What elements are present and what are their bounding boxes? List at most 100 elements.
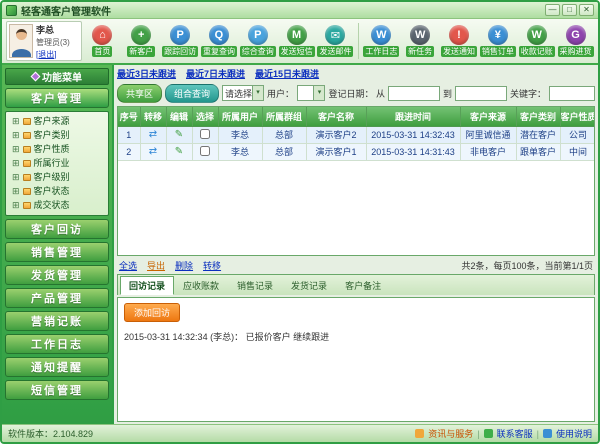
date-from-input[interactable] bbox=[388, 86, 440, 101]
sidebar-item-work-log[interactable]: 工作日志 bbox=[5, 334, 109, 354]
row-source: 阿里诚信通 bbox=[460, 126, 516, 143]
row-group: 总部 bbox=[262, 126, 306, 143]
keyword-input[interactable] bbox=[549, 86, 595, 101]
info-icon bbox=[415, 429, 424, 438]
transfer-link[interactable]: 转移 bbox=[203, 259, 221, 272]
row-customer-name[interactable]: 演示客户1 bbox=[306, 143, 366, 160]
sidebar-item-sms-mgmt[interactable]: 短信管理 bbox=[5, 380, 109, 400]
row-customer-name[interactable]: 演示客户2 bbox=[306, 126, 366, 143]
follow-up-icon: P bbox=[170, 25, 190, 45]
toolbar: 李总 管理员(3) [退出] ⌂ 首页 + 新客户 P 跟踪回访 Q 重复查询 … bbox=[2, 19, 598, 65]
toolbar-button-work-log[interactable]: W 工作日志 bbox=[363, 25, 400, 57]
news-service-link[interactable]: 资讯与服务 bbox=[428, 427, 473, 440]
edit-icon[interactable]: ✎ bbox=[175, 146, 183, 157]
tree-item-customer-nature[interactable]: ⊞ 客户性质 bbox=[12, 143, 106, 156]
edit-icon[interactable]: ✎ bbox=[175, 129, 183, 140]
toolbar-button-new-customer[interactable]: + 新客户 bbox=[123, 25, 160, 57]
row-checkbox[interactable] bbox=[200, 146, 210, 156]
link-15days-nofollow[interactable]: 最近15日未跟进 bbox=[255, 67, 319, 80]
folder-icon bbox=[23, 132, 31, 139]
sidebar-item-delivery-mgmt[interactable]: 发货管理 bbox=[5, 265, 109, 285]
tree-expand-icon[interactable]: ⊞ bbox=[12, 129, 20, 142]
delete-link[interactable]: 删除 bbox=[175, 259, 193, 272]
tree-item-customer-source[interactable]: ⊞ 客户来源 bbox=[12, 115, 106, 128]
tree-item-label: 客户来源 bbox=[34, 115, 70, 128]
avatar-body bbox=[12, 49, 31, 58]
user-select[interactable]: ▾ bbox=[297, 85, 325, 101]
tree-expand-icon[interactable]: ⊞ bbox=[12, 171, 20, 184]
link-3days-nofollow[interactable]: 最近3日未跟进 bbox=[117, 67, 176, 80]
row-no: 2 bbox=[118, 143, 140, 160]
row-checkbox[interactable] bbox=[200, 129, 210, 139]
toolbar-label-home: 首页 bbox=[92, 46, 112, 57]
close-button[interactable]: ✕ bbox=[579, 4, 594, 16]
minimize-button[interactable]: — bbox=[545, 4, 560, 16]
tree-item-industry[interactable]: ⊞ 所属行业 bbox=[12, 157, 106, 170]
toolbar-label-duplicate-query: 重复查询 bbox=[201, 46, 237, 57]
sidebar-item-notify-remind[interactable]: 通知提醒 bbox=[5, 357, 109, 377]
maximize-button[interactable]: □ bbox=[562, 4, 577, 16]
toolbar-button-comprehensive-query[interactable]: P 综合查询 bbox=[239, 25, 276, 57]
type-select[interactable]: 请选择 ▾ bbox=[222, 85, 264, 101]
toolbar-button-duplicate-query[interactable]: Q 重复查询 bbox=[201, 25, 238, 57]
toolbar-button-send-sms[interactable]: M 发送短信 bbox=[278, 25, 315, 57]
toolbar-button-new-task[interactable]: W 新任务 bbox=[402, 25, 439, 57]
tree-expand-icon[interactable]: ⊞ bbox=[12, 157, 20, 170]
tree-expand-icon[interactable]: ⊞ bbox=[12, 115, 20, 128]
tree-item-customer-status[interactable]: ⊞ 客户状态 bbox=[12, 185, 106, 198]
combo-query-button[interactable]: 组合查询 bbox=[165, 84, 219, 103]
toolbar-button-payment-record[interactable]: W 收款记账 bbox=[518, 25, 555, 57]
contact-support-link[interactable]: 联系客服 bbox=[497, 427, 533, 440]
toolbar-label-send-email: 发送邮件 bbox=[317, 46, 353, 57]
toolbar-button-follow-up[interactable]: P 跟踪回访 bbox=[162, 25, 199, 57]
add-visit-button[interactable]: 添加回访 bbox=[124, 303, 180, 322]
tree-expand-icon[interactable]: ⊞ bbox=[12, 185, 20, 198]
tree-item-label: 客户类别 bbox=[34, 129, 70, 142]
user-guide-link[interactable]: 使用说明 bbox=[556, 427, 592, 440]
table-footer: 全选 导出 删除 转移 共2条，每页100条，当前第1/1页 bbox=[117, 258, 595, 272]
customer-table: 序号 转移 编辑 选择 所属用户 所属群组 客户名称 跟进时间 客户来源 客户类… bbox=[117, 106, 595, 256]
send-notice-icon: ! bbox=[449, 25, 469, 45]
toolbar-button-sales-order[interactable]: ¥ 销售订单 bbox=[479, 25, 516, 57]
work-log-icon: W bbox=[371, 25, 391, 45]
tab-visit-records[interactable]: 回访记录 bbox=[120, 276, 174, 295]
tree-item-deal-status[interactable]: ⊞ 成交状态 bbox=[12, 199, 106, 212]
tab-delivery-records[interactable]: 发货记录 bbox=[282, 276, 336, 295]
logout-link[interactable]: [退出] bbox=[36, 49, 70, 60]
sidebar-item-product-mgmt[interactable]: 产品管理 bbox=[5, 288, 109, 308]
export-link[interactable]: 导出 bbox=[147, 259, 165, 272]
toolbar-button-send-email[interactable]: ✉ 发送邮件 bbox=[317, 25, 354, 57]
toolbar-button-send-notice[interactable]: ! 发送通知 bbox=[441, 25, 478, 57]
folder-icon bbox=[23, 160, 31, 167]
tree-item-label: 客户状态 bbox=[34, 185, 70, 198]
sidebar-item-customer-visit[interactable]: 客户回访 bbox=[5, 219, 109, 239]
tree-item-customer-level[interactable]: ⊞ 客户级别 bbox=[12, 171, 106, 184]
select-all-link[interactable]: 全选 bbox=[119, 259, 137, 272]
user-filter-label: 用户： bbox=[267, 87, 294, 100]
tab-customer-notes[interactable]: 客户备注 bbox=[336, 276, 390, 295]
sidebar-item-sales-mgmt[interactable]: 销售管理 bbox=[5, 242, 109, 262]
toolbar-label-sales-order: 销售订单 bbox=[480, 46, 516, 57]
sidebar-item-marketing-account[interactable]: 营销记账 bbox=[5, 311, 109, 331]
detail-tabs: 回访记录 应收账款 销售记录 发货记录 客户备注 bbox=[117, 274, 595, 295]
row-group: 总部 bbox=[262, 143, 306, 160]
shared-area-button[interactable]: 共享区 bbox=[117, 84, 162, 103]
chevron-down-icon: ▾ bbox=[313, 86, 324, 100]
toolbar-button-home[interactable]: ⌂ 首页 bbox=[84, 25, 121, 57]
tab-receivables[interactable]: 应收账款 bbox=[174, 276, 228, 295]
sidebar-item-customer-mgmt[interactable]: 客户管理 bbox=[5, 88, 109, 108]
window-controls: — □ ✕ bbox=[545, 4, 594, 16]
link-7days-nofollow[interactable]: 最近7日未跟进 bbox=[186, 67, 245, 80]
payment-record-icon: W bbox=[527, 25, 547, 45]
menu-diamond-icon bbox=[31, 72, 41, 82]
tree-expand-icon[interactable]: ⊞ bbox=[12, 143, 20, 156]
tree-item-customer-category[interactable]: ⊞ 客户类别 bbox=[12, 129, 106, 142]
toolbar-button-purchase[interactable]: G 采购进货 bbox=[557, 25, 594, 57]
tree-item-label: 成交状态 bbox=[34, 199, 70, 212]
transfer-icon[interactable]: ⇄ bbox=[149, 129, 157, 140]
transfer-icon[interactable]: ⇄ bbox=[149, 146, 157, 157]
date-to-input[interactable] bbox=[455, 86, 507, 101]
tab-sales-records[interactable]: 销售记录 bbox=[228, 276, 282, 295]
col-group: 所属群组 bbox=[262, 107, 306, 126]
tree-expand-icon[interactable]: ⊞ bbox=[12, 199, 20, 212]
